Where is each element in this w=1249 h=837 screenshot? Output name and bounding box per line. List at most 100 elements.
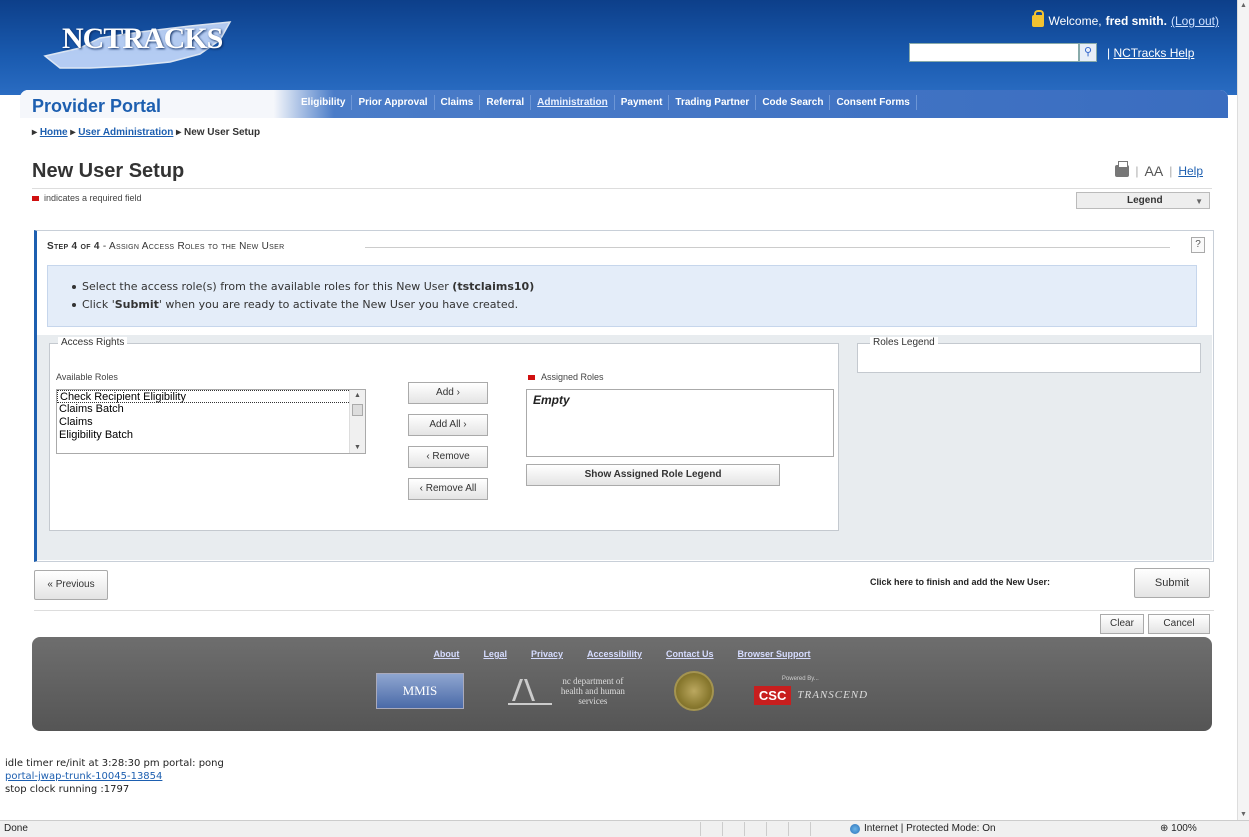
welcome-area: Welcome, fred smith. (Log out) bbox=[1032, 10, 1219, 28]
nav-trading-partner[interactable]: Trading Partner bbox=[669, 95, 757, 110]
remove-button[interactable]: ‹ Remove bbox=[408, 446, 488, 468]
dhhs-logo-text: nc department of health and human servic… bbox=[560, 676, 625, 706]
page-title: New User Setup bbox=[32, 160, 185, 182]
required-marker-icon bbox=[528, 374, 535, 380]
legend-dropdown-label: Legend bbox=[1127, 195, 1163, 206]
breadcrumb-current: New User Setup bbox=[183, 127, 261, 138]
chevron-down-icon: ▼ bbox=[1195, 197, 1203, 206]
security-zone[interactable]: Internet | Protected Mode: On bbox=[850, 823, 996, 834]
nav-payment[interactable]: Payment bbox=[615, 95, 670, 110]
search-icon: ⚲ bbox=[1083, 46, 1093, 58]
nav-code-search[interactable]: Code Search bbox=[756, 95, 831, 110]
step-fieldset: Step 4 of 4 - Assign Access Roles to the… bbox=[34, 230, 1214, 562]
nav-eligibility[interactable]: Eligibility bbox=[295, 95, 353, 110]
instruction-line-2: Click 'Submit' when you are ready to act… bbox=[72, 296, 1172, 314]
required-note-text: indicates a required field bbox=[44, 193, 142, 203]
step-description: - Assign Access Roles to the New User bbox=[102, 241, 285, 252]
submit-button[interactable]: Submit bbox=[1134, 568, 1210, 598]
nav-referral[interactable]: Referral bbox=[480, 95, 532, 110]
nav-prior-approval[interactable]: Prior Approval bbox=[352, 95, 435, 110]
search-button[interactable]: ⚲ bbox=[1079, 43, 1097, 62]
cancel-button[interactable]: Cancel bbox=[1148, 614, 1210, 634]
required-note: indicates a required field bbox=[32, 193, 142, 203]
search-input[interactable] bbox=[909, 43, 1079, 62]
roles-legend-fieldset: Roles Legend bbox=[857, 337, 1201, 373]
dhhs-logo: nc department of health and human servic… bbox=[504, 673, 634, 709]
clear-button[interactable]: Clear bbox=[1100, 614, 1144, 634]
footer-link-contact-us[interactable]: Contact Us bbox=[666, 649, 714, 659]
csc-mark: CSC bbox=[753, 685, 792, 705]
available-roles-list[interactable]: Check Recipient Eligibility Claims Batch… bbox=[56, 389, 366, 454]
step-heading: Step 4 of 4 - Assign Access Roles to the… bbox=[47, 241, 284, 252]
font-size-toggle[interactable]: AA bbox=[1145, 163, 1164, 179]
logo-text: NCTRACKS bbox=[62, 22, 223, 55]
scroll-up-icon[interactable]: ▲ bbox=[354, 392, 361, 399]
breadcrumb-user-admin[interactable]: User Administration bbox=[78, 127, 173, 138]
access-rights-fieldset: Access Rights Available Roles Check Reci… bbox=[49, 337, 839, 531]
nctracks-help-link[interactable]: NCTracks Help bbox=[1113, 46, 1194, 60]
new-user-id: (tstclaims10) bbox=[452, 280, 535, 293]
list-item[interactable]: Eligibility Batch bbox=[57, 429, 365, 442]
zone-text: Internet | Protected Mode: On bbox=[864, 823, 996, 834]
list-scrollbar[interactable]: ▲ ▼ bbox=[349, 390, 365, 453]
scroll-thumb[interactable] bbox=[352, 404, 363, 416]
debug-line-3: stop clock running :1797 bbox=[5, 784, 130, 795]
site-banner: NCTRACKS Welcome, fred smith. (Log out) … bbox=[0, 0, 1249, 95]
page-scrollbar[interactable]: ▲ ▼ bbox=[1237, 0, 1249, 820]
csc-logo: Powered By... CSC TRANSCEND bbox=[753, 675, 869, 705]
previous-button[interactable]: « Previous bbox=[34, 570, 108, 600]
powered-by-text: Powered By... bbox=[781, 675, 819, 682]
nav-administration[interactable]: Administration bbox=[531, 95, 615, 110]
assigned-roles-list[interactable]: Empty bbox=[526, 389, 834, 457]
scroll-up-icon[interactable]: ▲ bbox=[1240, 2, 1247, 9]
help-link[interactable]: Help bbox=[1178, 164, 1203, 178]
footer-links: About Legal Privacy Accessibility Contac… bbox=[32, 649, 1212, 659]
nav-consent-forms[interactable]: Consent Forms bbox=[830, 95, 917, 110]
user-name: fred smith. bbox=[1105, 14, 1167, 28]
footer-link-browser-support[interactable]: Browser Support bbox=[738, 649, 811, 659]
scroll-down-icon[interactable]: ▼ bbox=[1240, 811, 1247, 818]
breadcrumb: ▸ Home ▸ User Administration ▸ New User … bbox=[32, 127, 261, 138]
scroll-down-icon[interactable]: ▼ bbox=[354, 444, 361, 451]
build-link[interactable]: portal-jwap-trunk-10045-13854 bbox=[5, 771, 162, 782]
footer-link-legal[interactable]: Legal bbox=[483, 649, 507, 659]
transcend-text: TRANSCEND bbox=[797, 689, 869, 701]
debug-info: idle timer re/init at 3:28:30 pm portal:… bbox=[5, 757, 224, 796]
legend-dropdown[interactable]: Legend ▼ bbox=[1076, 192, 1210, 209]
footer-link-about[interactable]: About bbox=[433, 649, 459, 659]
add-button[interactable]: Add › bbox=[408, 382, 488, 404]
main-panel: Provider Portal Eligibility Prior Approv… bbox=[20, 90, 1228, 748]
instruction-line-1: Select the access role(s) from the avail… bbox=[72, 278, 1172, 296]
add-all-button[interactable]: Add All › bbox=[408, 414, 488, 436]
page-tools: | AA | Help bbox=[1115, 161, 1203, 179]
remove-all-button[interactable]: ‹ Remove All bbox=[408, 478, 488, 500]
list-item[interactable]: Claims Batch bbox=[57, 403, 365, 416]
footer-logos: MMIS nc department of health and human s… bbox=[32, 671, 1212, 711]
show-assigned-role-legend-button[interactable]: Show Assigned Role Legend bbox=[526, 464, 780, 486]
nav-claims[interactable]: Claims bbox=[435, 95, 481, 110]
list-item[interactable]: Check Recipient Eligibility bbox=[57, 390, 365, 403]
breadcrumb-home[interactable]: Home bbox=[40, 127, 68, 138]
welcome-prefix: Welcome, bbox=[1048, 14, 1102, 28]
roles-legend-title: Roles Legend bbox=[870, 337, 938, 348]
state-seal-icon bbox=[673, 671, 714, 711]
logout-link[interactable]: (Log out) bbox=[1171, 14, 1219, 28]
footer-link-privacy[interactable]: Privacy bbox=[531, 649, 563, 659]
finish-instruction: Click here to finish and add the New Use… bbox=[870, 577, 1051, 587]
debug-line-1: idle timer re/init at 3:28:30 pm portal:… bbox=[5, 758, 224, 769]
nctracks-logo[interactable]: NCTRACKS bbox=[40, 8, 240, 78]
instructions-panel: Select the access role(s) from the avail… bbox=[47, 265, 1197, 327]
dhhs-mark-icon bbox=[507, 677, 552, 705]
portal-bar: Provider Portal Eligibility Prior Approv… bbox=[20, 90, 1228, 118]
main-nav: Eligibility Prior Approval Claims Referr… bbox=[295, 95, 917, 110]
access-rights-title: Access Rights bbox=[58, 337, 128, 348]
question-icon[interactable]: ? bbox=[1191, 237, 1205, 253]
assigned-roles-label: Assigned Roles bbox=[528, 372, 604, 382]
footer-link-accessibility[interactable]: Accessibility bbox=[587, 649, 642, 659]
lock-icon bbox=[1032, 10, 1045, 27]
help-separator: | bbox=[1107, 46, 1111, 60]
printer-icon[interactable] bbox=[1115, 161, 1130, 177]
zoom-level[interactable]: ⊕ 100% bbox=[1160, 823, 1197, 834]
required-marker-icon bbox=[32, 195, 39, 201]
list-item[interactable]: Claims bbox=[57, 416, 365, 429]
